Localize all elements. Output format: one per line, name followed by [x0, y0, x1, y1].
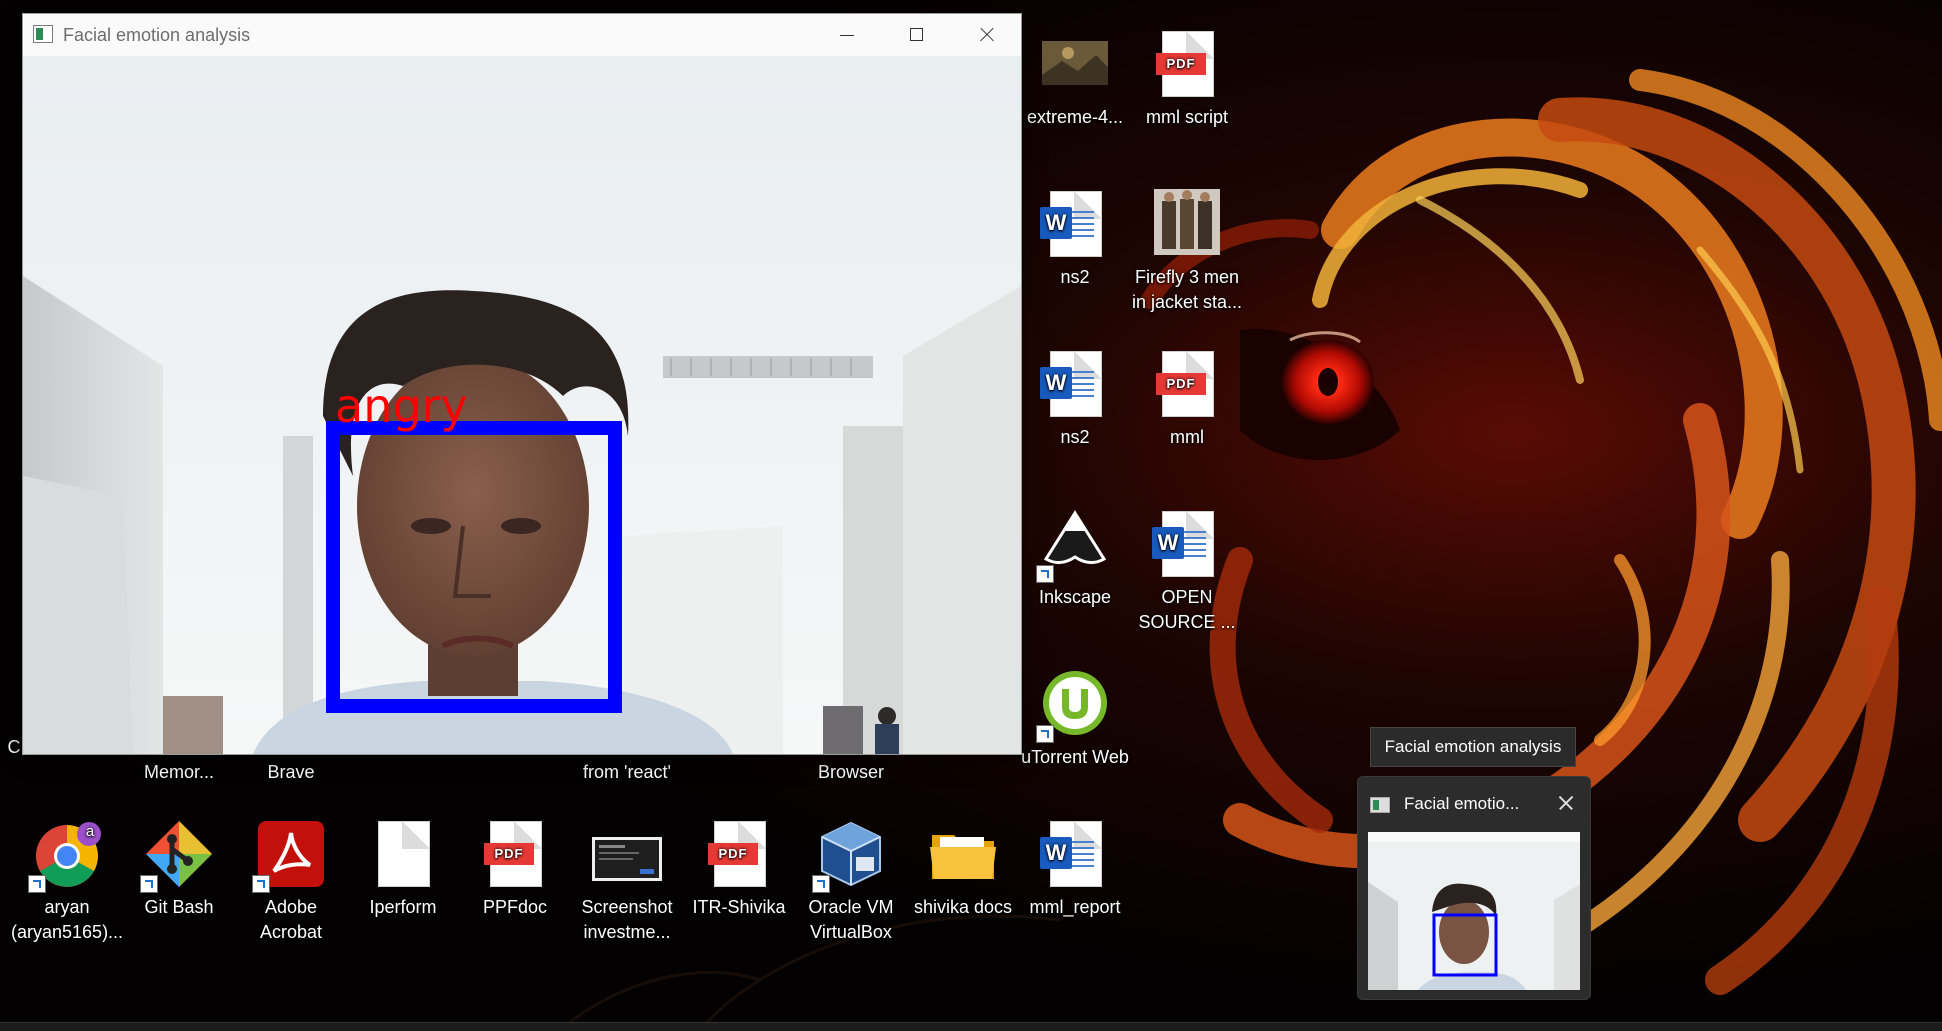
camera-feed: angry [23, 56, 1021, 754]
desktop-icon-adobe-acrobat[interactable]: Adobe Acrobat [235, 817, 347, 945]
desktop-icon-label: OPEN [1161, 587, 1213, 607]
desktop-icon-label: Firefly 3 men [1134, 267, 1240, 287]
partial-desktop-label: Browser [817, 762, 884, 782]
blank-file-icon [366, 817, 440, 891]
desktop-icon-label: ns2 [1060, 427, 1090, 447]
shortcut-arrow-icon [252, 875, 270, 893]
desktop-icon-label: Git Bash [144, 897, 214, 917]
desktop-icon-utorrent[interactable]: uTorrent Web [1019, 667, 1131, 770]
desktop-icon-iperform[interactable]: Iperform [347, 817, 459, 920]
desktop-icon-label: PPFdoc [482, 897, 548, 917]
taskbar-tooltip: Facial emotion analysis [1370, 727, 1576, 767]
desktop-icon-label: Acrobat [259, 922, 323, 942]
profile-badge: a [85, 823, 95, 840]
desktop-icon-extreme[interactable]: extreme-4... [1019, 27, 1131, 130]
desktop-icon-mml-script[interactable]: PDF mml script [1131, 27, 1243, 130]
shortcut-arrow-icon [1036, 565, 1054, 583]
desktop-icon-label: SOURCE ... [1138, 612, 1236, 632]
desktop-icon-chrome-profile[interactable]: a aryan (aryan5165)... [11, 817, 123, 945]
shortcut-arrow-icon [812, 875, 830, 893]
window-title: Facial emotion analysis [63, 25, 251, 45]
taskbar-window-preview[interactable]: Facial emotio... [1357, 776, 1591, 1000]
pdf-file-icon: PDF [478, 817, 552, 891]
word-document-icon: W [1150, 507, 1224, 581]
word-document-icon: W [1038, 347, 1112, 421]
chrome-profile-icon: a [28, 817, 104, 893]
screenshot-thumbnail-icon [590, 817, 664, 891]
desktop-icon-mml-report[interactable]: W mml_report [1019, 817, 1131, 920]
close-button[interactable] [951, 14, 1021, 56]
desktop-icon-label: extreme-4... [1026, 107, 1124, 127]
git-bash-icon [140, 817, 216, 893]
desktop-icon-label: Screenshot [581, 897, 673, 917]
desktop-icon-itr-shivika[interactable]: PDF ITR-Shivika [683, 817, 795, 920]
word-document-icon: W [1038, 817, 1112, 891]
desktop-icon-git-bash[interactable]: Git Bash [123, 817, 235, 920]
shortcut-arrow-icon [140, 875, 158, 893]
desktop-icon-label: Inkscape [1038, 587, 1112, 607]
app-window-icon [1370, 797, 1390, 813]
app-window-icon [33, 25, 53, 43]
desktop-icon-ns2[interactable]: W ns2 [1019, 187, 1131, 290]
desktop-icon-open-source[interactable]: W OPEN SOURCE ... [1131, 507, 1243, 635]
preview-close-button[interactable] [1556, 793, 1576, 813]
desktop-icon-label: uTorrent Web [1021, 747, 1129, 767]
shortcut-arrow-icon [28, 875, 46, 893]
virtualbox-icon [812, 817, 888, 893]
window-titlebar[interactable]: Facial emotion analysis [23, 14, 1021, 56]
desktop-icon-label: mml_report [1029, 897, 1121, 917]
desktop-icon-label: in jacket sta... [1131, 292, 1243, 312]
facial-emotion-window[interactable]: Facial emotion analysis angry [22, 13, 1022, 755]
preview-title: Facial emotio... [1404, 794, 1520, 813]
desktop-icon-label: shivika docs [913, 897, 1013, 917]
desktop-icon-mml[interactable]: PDF mml [1131, 347, 1243, 450]
desktop-icon-label: VirtualBox [810, 922, 892, 942]
folder-icon [926, 817, 1000, 891]
desktop-icon-label: (aryan5165)... [11, 922, 124, 942]
adobe-acrobat-icon [252, 817, 328, 893]
image-thumbnail-icon [1038, 27, 1112, 101]
utorrent-icon [1036, 667, 1112, 743]
desktop-icon-label: mml script [1146, 107, 1228, 127]
desktop-icon-inkscape[interactable]: Inkscape [1019, 507, 1131, 610]
desktop-icon-label: Adobe [264, 897, 318, 917]
desktop-icon-firefly[interactable]: Firefly 3 men in jacket sta... [1131, 187, 1243, 315]
image-thumbnail-icon [1150, 187, 1224, 261]
desktop-icon-label: investme... [583, 922, 671, 942]
word-document-icon: W [1038, 187, 1112, 261]
desktop-icon-virtualbox[interactable]: Oracle VM VirtualBox [795, 817, 907, 945]
desktop-icon-label: ITR-Shivika [692, 897, 786, 917]
desktop-icon-label: Oracle VM [808, 897, 894, 917]
desktop-icon-screenshot[interactable]: Screenshot investme... [571, 817, 683, 945]
partial-desktop-label: from 'react' [583, 762, 671, 782]
minimize-button[interactable] [811, 14, 881, 56]
partial-desktop-label: Memor... [143, 762, 214, 782]
emotion-label: angry [335, 379, 468, 433]
inkscape-icon [1036, 507, 1112, 583]
desktop-icon-label: mml [1170, 427, 1204, 447]
pdf-file-icon: PDF [1150, 27, 1224, 101]
desktop-icon-label: aryan [44, 897, 90, 917]
desktop-icon-ns2[interactable]: W ns2 [1019, 347, 1131, 450]
pdf-file-icon: PDF [1150, 347, 1224, 421]
desktop-icon-ppfdoc[interactable]: PDF PPFdoc [459, 817, 571, 920]
desktop-icon-shivika-docs[interactable]: shivika docs [907, 817, 1019, 920]
partial-desktop-label: Brave [267, 762, 315, 782]
shortcut-arrow-icon [1036, 725, 1054, 743]
desktop-icon-label: ns2 [1060, 267, 1090, 287]
desktop-icon-label: Iperform [369, 897, 437, 917]
preview-thumbnail [1368, 832, 1580, 990]
pdf-file-icon: PDF [702, 817, 776, 891]
maximize-button[interactable] [881, 14, 951, 56]
